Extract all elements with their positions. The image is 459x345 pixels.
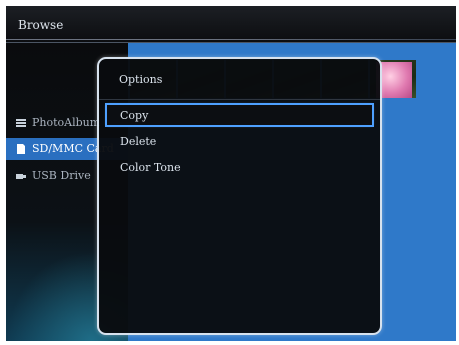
dialog-divider — [99, 99, 380, 100]
option-label: Delete — [120, 135, 157, 148]
page-title: Browse — [18, 18, 64, 32]
option-color-tone[interactable]: Color Tone — [107, 157, 372, 177]
option-label: Copy — [120, 109, 149, 122]
option-delete[interactable]: Delete — [107, 131, 372, 151]
list-icon — [16, 119, 26, 127]
dialog-title: Options — [119, 73, 163, 86]
sidebar-item-label: USB Drive — [32, 169, 91, 182]
header-bar: Browse — [6, 6, 456, 43]
header-divider — [6, 39, 456, 40]
photo-frame-screen: Browse PhotoAlbum SD/MMC Card USB Drive — [6, 6, 456, 341]
card-icon — [17, 144, 25, 154]
sidebar-item-label: PhotoAlbum — [32, 116, 101, 129]
usb-icon — [16, 174, 26, 179]
option-copy[interactable]: Copy — [105, 103, 374, 127]
options-dialog: Options Copy Delete Color Tone — [97, 57, 382, 335]
option-label: Color Tone — [120, 161, 181, 174]
